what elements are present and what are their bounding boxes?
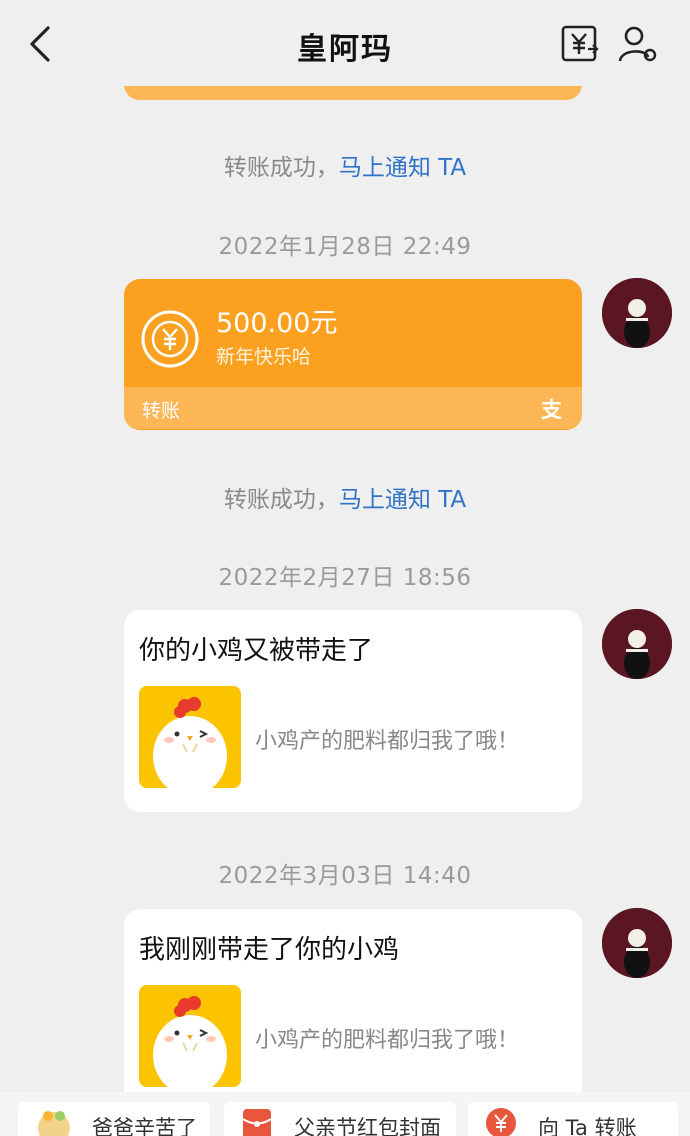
game-message-card[interactable]: 我刚刚带走了你的小鸡 小鸡产的肥料都归我了哦！ — [124, 909, 582, 1109]
avatar[interactable] — [602, 609, 672, 679]
top-bar: 皇阿玛 — [0, 0, 690, 86]
message-subtitle: 小鸡产的肥料都归我了哦！ — [255, 1028, 520, 1053]
notify-link[interactable]: 马上通知 TA — [339, 155, 466, 181]
avatar-image — [602, 908, 672, 978]
chick-thumbnail — [139, 985, 241, 1087]
chick-icon — [139, 686, 241, 788]
transfer-card-footer: 转账 支 — [124, 387, 582, 429]
timestamp: 2022年3月03日 14:40 — [218, 863, 472, 889]
notify-link[interactable]: 马上通知 TA — [339, 487, 466, 513]
avatar[interactable] — [602, 278, 672, 348]
transfer-card[interactable]: 500.00元 新年快乐哈 转账 支 — [124, 279, 582, 430]
avatar[interactable] — [602, 908, 672, 978]
chick-thumbnail — [139, 686, 241, 788]
quick-action-fathers-day[interactable]: 爸爸辛苦了 — [18, 1102, 210, 1136]
transfer-label: 转账 — [142, 400, 181, 422]
system-message: 转账成功，马上通知 TA — [0, 480, 690, 514]
message-title: 你的小鸡又被带走了 — [139, 636, 374, 666]
avatar-image — [602, 609, 672, 679]
person-settings-icon — [618, 26, 657, 62]
message-subtitle: 小鸡产的肥料都归我了哦！ — [255, 729, 520, 754]
timestamp: 2022年2月27日 18:56 — [218, 565, 472, 591]
transfer-card-body: 500.00元 新年快乐哈 — [124, 279, 582, 387]
transfer-amount: 500.00元 — [216, 308, 338, 339]
quick-action-label: 爸爸辛苦了 — [92, 1116, 197, 1136]
quick-action-label: 父亲节红包封面 — [294, 1116, 441, 1136]
quick-action-red-packet-cover[interactable]: 父亲节红包封面 — [224, 1102, 456, 1136]
chick-icon — [139, 985, 241, 1087]
red-packet-icon — [242, 1109, 272, 1136]
transfer-remark: 新年快乐哈 — [216, 346, 312, 368]
system-message: 转账成功，马上通知 TA — [0, 148, 690, 182]
yuan-circle-icon — [486, 1108, 516, 1136]
timestamp: 2022年1月28日 22:49 — [218, 234, 472, 260]
yuan-transfer-icon — [561, 25, 599, 62]
gift-icon — [38, 1111, 70, 1136]
coin-icon — [141, 310, 199, 368]
game-message-card[interactable]: 你的小鸡又被带走了 小鸡产的肥料都归我了哦！ — [124, 610, 582, 812]
system-message-text: 转账成功， — [223, 155, 339, 181]
quick-action-label: 向 Ta 转账 — [538, 1116, 637, 1136]
quick-action-transfer[interactable]: 向 Ta 转账 — [468, 1102, 678, 1136]
contact-settings-button[interactable] — [616, 24, 660, 64]
transfer-shortcut-button[interactable] — [560, 24, 600, 64]
system-message-text: 转账成功， — [223, 487, 339, 513]
quick-action-bar: 爸爸辛苦了 父亲节红包封面 向 Ta 转账 — [0, 1092, 690, 1136]
avatar-image — [602, 278, 672, 348]
alipay-icon: 支 — [541, 398, 562, 422]
message-title: 我刚刚带走了你的小鸡 — [139, 935, 400, 965]
